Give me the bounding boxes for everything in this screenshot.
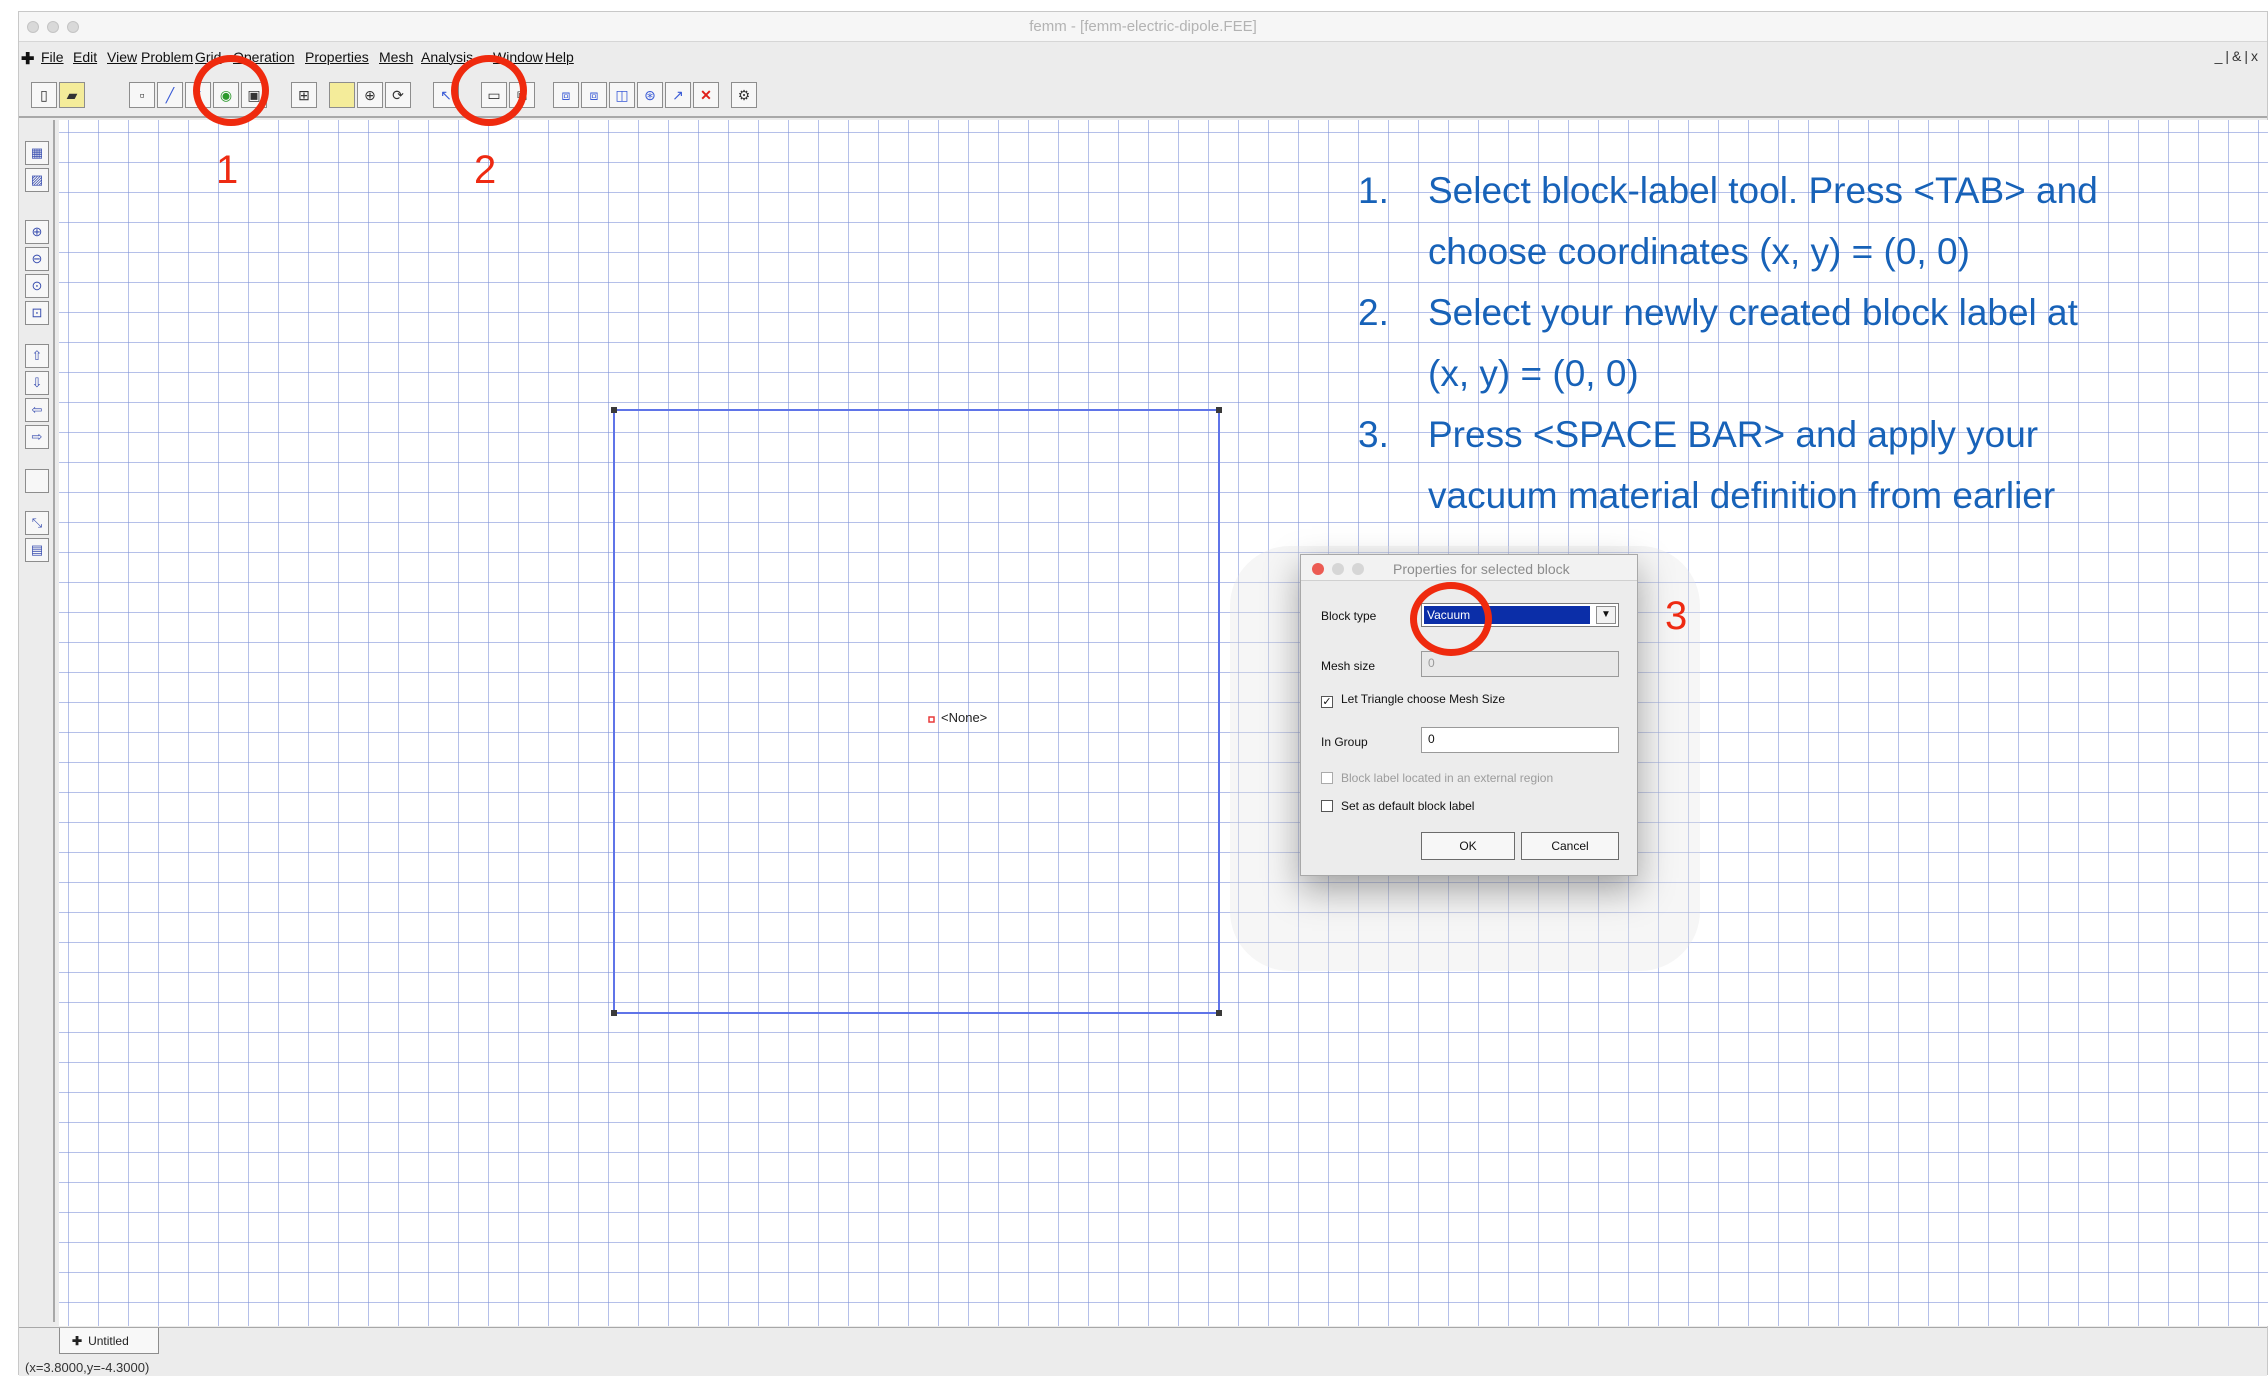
instruction-list: 1. Select block-label tool. Press <TAB> …: [1358, 160, 2238, 526]
instruction-number: 1.: [1358, 170, 1389, 211]
instruction-number: 2.: [1358, 292, 1389, 333]
menu-edit[interactable]: Edit: [73, 49, 97, 65]
menu-mesh[interactable]: Mesh: [379, 49, 413, 65]
checkbox-empty-icon[interactable]: [1321, 800, 1333, 812]
block-label-text: <None>: [941, 710, 987, 725]
zoom-in-icon[interactable]: ⊕: [25, 220, 49, 244]
instruction-line: choose coordinates (x, y) = (0, 0): [1428, 231, 1970, 272]
new-file-icon[interactable]: ▯: [31, 82, 57, 108]
pan-right-icon[interactable]: ⇨: [25, 425, 49, 449]
menu-file[interactable]: File: [41, 49, 64, 65]
instruction-line: Select block-label tool. Press <TAB> and: [1428, 170, 2098, 211]
zoom-out-icon[interactable]: ⊖: [25, 247, 49, 271]
annotation-circle-1: [193, 55, 269, 126]
measure-tool-icon[interactable]: ⤡: [25, 511, 49, 535]
default-label-checkbox[interactable]: Set as default block label: [1321, 799, 1474, 813]
pan-left-icon[interactable]: ⇦: [25, 398, 49, 422]
snap-grid-icon[interactable]: ▨: [25, 168, 49, 192]
node-top-right[interactable]: [1216, 407, 1222, 413]
status-bar: (x=3.8000,y=-4.3000): [19, 1358, 2267, 1376]
node-tool-icon[interactable]: ▫: [129, 82, 155, 108]
annotation-circle-2: [451, 55, 527, 126]
menu-properties[interactable]: Properties: [305, 49, 369, 65]
menu-problem[interactable]: Problem: [141, 49, 193, 65]
dialog-zoom-dot: [1352, 563, 1364, 575]
open-file-icon[interactable]: ▰: [59, 82, 85, 108]
dialog-minimize-dot: [1332, 563, 1344, 575]
external-region-checkbox[interactable]: Block label located in an external regio…: [1321, 771, 1553, 785]
pan-tool-icon[interactable]: [329, 82, 355, 108]
auto-mesh-checkbox[interactable]: ✓ Let Triangle choose Mesh Size: [1321, 692, 1505, 708]
fillet-tool-icon[interactable]: ◫: [609, 82, 635, 108]
mdi-window-controls[interactable]: _|&|x: [2215, 48, 2261, 64]
node-top-left[interactable]: [611, 407, 617, 413]
scale-tool-icon[interactable]: ⧈: [581, 82, 607, 108]
main-toolbar: ▯ ▰ ▫ ╱ ◜ ◉ ▣ ⊞ ⊕ ⟳ ↖ ▭ ⧉ ⧈ ⧈ ◫ ⊛ ↗ ✕ ⚙: [19, 72, 2267, 118]
title-bar: femm - [femm-electric-dipole.FEE]: [19, 12, 2267, 42]
annotation-number-2: 2: [474, 148, 497, 192]
mesh-tool-icon[interactable]: ⊛: [637, 82, 663, 108]
instruction-line: Press <SPACE BAR> and apply your: [1428, 414, 2039, 455]
annotation-number-1: 1: [216, 148, 239, 192]
instruction-line: Select your newly created block label at: [1428, 292, 2078, 333]
menu-bar: ✚ File Edit View Problem Grid Operation …: [19, 43, 2267, 71]
block-label-marker[interactable]: [928, 716, 935, 723]
pan-down-icon[interactable]: ⇩: [25, 371, 49, 395]
dialog-close-dot[interactable]: [1312, 563, 1324, 575]
tab-label: Untitled: [88, 1334, 129, 1348]
ok-button[interactable]: OK: [1421, 832, 1515, 860]
mirror-tool-icon[interactable]: ⧈: [553, 82, 579, 108]
instruction-line: vacuum material definition from earlier: [1428, 475, 2056, 516]
external-region-label: Block label located in an external regio…: [1341, 771, 1554, 785]
keyboard-input-icon[interactable]: ▤: [25, 538, 49, 562]
cancel-button[interactable]: Cancel: [1521, 832, 1619, 860]
zoom-window-left-icon[interactable]: ⊡: [25, 301, 49, 325]
dialog-title-bar: Properties for selected block: [1301, 555, 1637, 581]
annotation-number-3: 3: [1665, 594, 1688, 638]
window-title: femm - [femm-electric-dipole.FEE]: [1029, 18, 1257, 35]
in-group-label: In Group: [1321, 735, 1368, 749]
rotate-tool-icon[interactable]: ⟳: [385, 82, 411, 108]
in-group-field[interactable]: 0: [1421, 727, 1619, 753]
blank-tool-icon[interactable]: [25, 469, 49, 493]
block-type-label: Block type: [1321, 609, 1377, 623]
instruction-number: 3.: [1358, 414, 1389, 455]
document-tab-icon: ✚: [72, 1334, 83, 1348]
delete-mesh-icon[interactable]: ✕: [693, 82, 719, 108]
segment-tool-icon[interactable]: ╱: [157, 82, 183, 108]
instruction-line: (x, y) = (0, 0): [1428, 353, 1639, 394]
dialog-title: Properties for selected block: [1393, 561, 1570, 577]
solve-tool-icon[interactable]: ↗: [665, 82, 691, 108]
pan-up-icon[interactable]: ⇧: [25, 344, 49, 368]
analyze-tool-icon[interactable]: ⚙: [731, 82, 757, 108]
node-bottom-left[interactable]: [611, 1010, 617, 1016]
tab-untitled[interactable]: ✚ Untitled: [59, 1328, 159, 1354]
annotation-circle-3: [1410, 582, 1492, 656]
document-tab-bar: ✚ Untitled: [19, 1327, 2267, 1357]
default-label-text: Set as default block label: [1341, 799, 1475, 813]
menu-help[interactable]: Help: [545, 49, 574, 65]
instruction-item-2: 2. Select your newly created block label…: [1358, 282, 2238, 404]
view-toolbar: ▦ ▨ ⊕ ⊖ ⊙ ⊡ ⇧ ⇩ ⇦ ⇨ ⤡ ▤: [19, 120, 55, 1322]
checkbox-checked-icon[interactable]: ✓: [1321, 696, 1333, 708]
zoom-window-icon[interactable]: ⊞: [291, 82, 317, 108]
instruction-item-3: 3. Press <SPACE BAR> and apply your vacu…: [1358, 404, 2238, 526]
dropdown-arrow-icon[interactable]: ▼: [1596, 606, 1616, 624]
zoom-natural-icon[interactable]: ⊙: [25, 274, 49, 298]
auto-mesh-label: Let Triangle choose Mesh Size: [1341, 692, 1506, 706]
node-bottom-right[interactable]: [1216, 1010, 1222, 1016]
cursor-coordinates: (x=3.8000,y=-4.3000): [25, 1360, 150, 1375]
instruction-item-1: 1. Select block-label tool. Press <TAB> …: [1358, 160, 2238, 282]
square-boundary[interactable]: [611, 407, 1222, 1016]
move-tool-icon[interactable]: ⊕: [357, 82, 383, 108]
show-grid-icon[interactable]: ▦: [25, 141, 49, 165]
checkbox-empty-icon[interactable]: [1321, 772, 1333, 784]
menu-view[interactable]: View: [107, 49, 137, 65]
femm-app-icon[interactable]: ✚: [21, 49, 34, 69]
mesh-size-label: Mesh size: [1321, 659, 1376, 673]
